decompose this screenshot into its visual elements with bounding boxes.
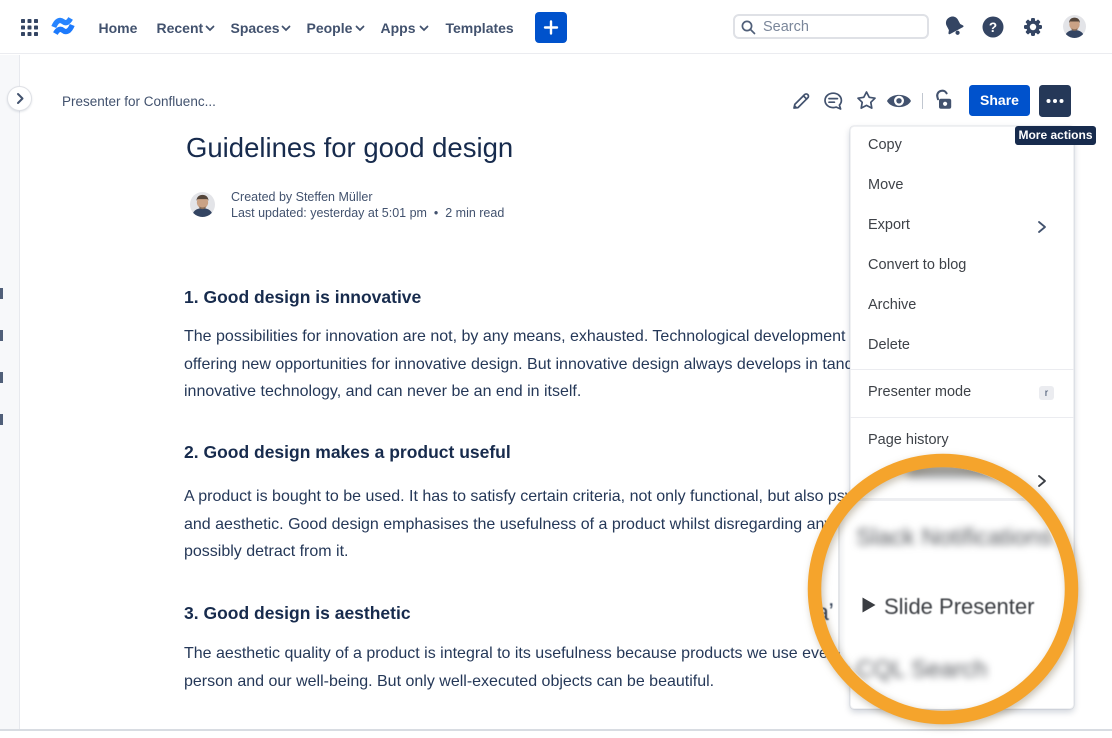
svg-text:?: ? xyxy=(989,20,997,35)
